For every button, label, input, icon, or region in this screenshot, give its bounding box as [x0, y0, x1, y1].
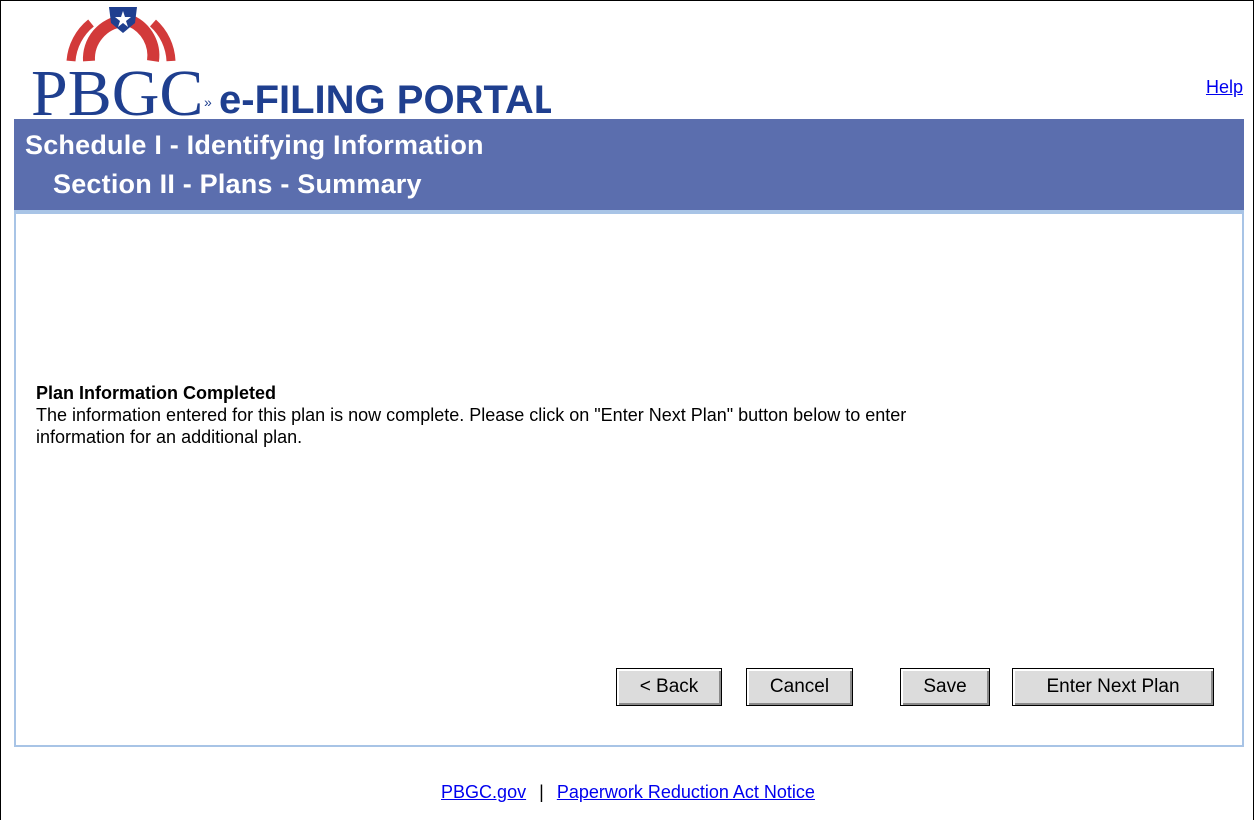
message-body: The information entered for this plan is… [36, 405, 907, 447]
logo-subtitle: e-FILING PORTAL [219, 78, 551, 121]
message-heading: Plan Information Completed [36, 383, 277, 403]
pbgc-gov-link[interactable]: PBGC.gov [441, 782, 526, 802]
content-panel: Plan Information Completed The informati… [14, 210, 1244, 747]
logo-text: PBGC [31, 57, 203, 121]
pbgc-logo: PBGC » e-FILING PORTAL [31, 7, 551, 121]
page-subtitle: Section II - Plans - Summary [53, 169, 422, 199]
footer: PBGC.gov | Paperwork Reduction Act Notic… [1, 782, 1254, 803]
footer-separator: | [539, 782, 544, 802]
paperwork-notice-link[interactable]: Paperwork Reduction Act Notice [557, 782, 815, 802]
back-button[interactable]: < Back [616, 668, 722, 706]
page-frame: PBGC » e-FILING PORTAL Help Schedule I -… [0, 0, 1254, 820]
page-title: Schedule I - Identifying Information [25, 130, 484, 160]
title-bar: Schedule I - Identifying Information Sec… [14, 119, 1244, 210]
help-link[interactable]: Help [1206, 77, 1243, 98]
enter-next-plan-button[interactable]: Enter Next Plan [1012, 668, 1214, 706]
cancel-button[interactable]: Cancel [746, 668, 853, 706]
completion-message: Plan Information Completed The informati… [36, 382, 936, 448]
save-button[interactable]: Save [900, 668, 990, 706]
svg-text:»: » [204, 94, 212, 110]
